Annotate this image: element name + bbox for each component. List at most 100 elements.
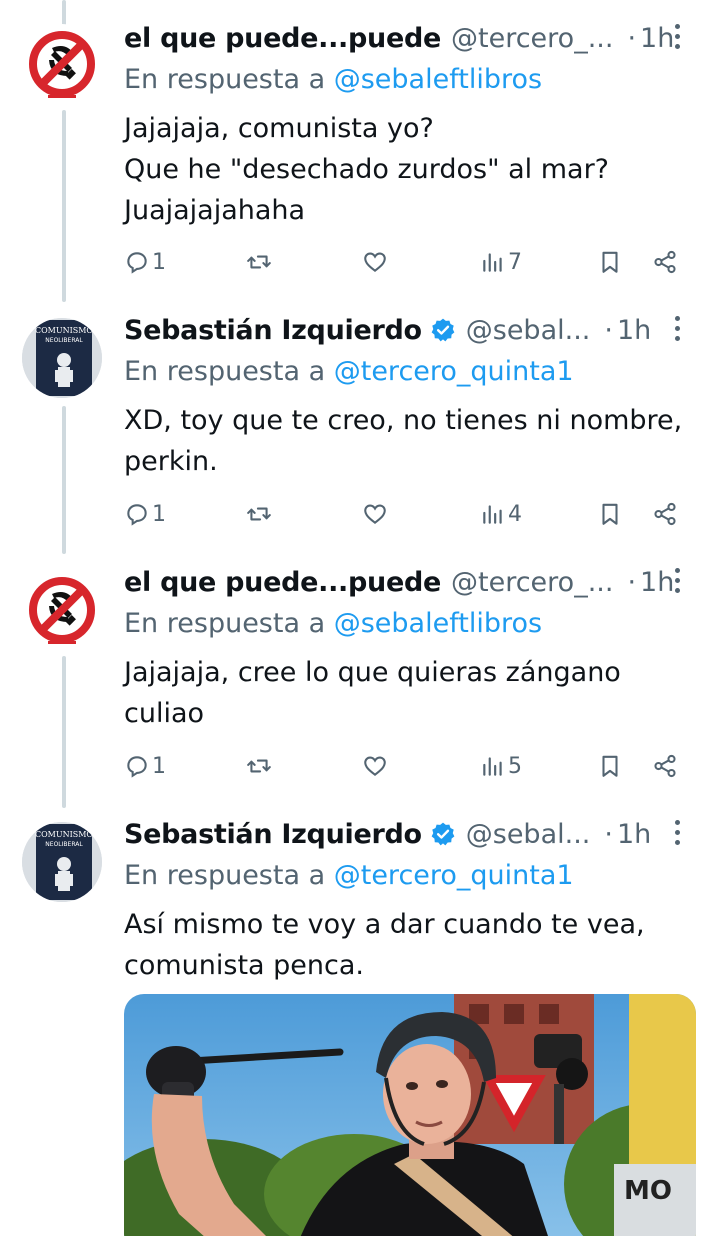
reply-prefix: En respuesta a [124,64,326,95]
reply-context: En respuesta a @sebaleftlibros [124,60,706,100]
bookmark-button[interactable] [597,494,623,534]
bookmark-button[interactable] [597,746,623,786]
like-icon [364,504,386,524]
reply-prefix: En respuesta a [124,608,326,639]
separator-dot: · [627,566,637,598]
verified-badge-icon [431,318,455,342]
views-icon [483,757,502,776]
user-handle[interactable]: @sebal... [466,315,591,346]
action-bar: 1 7 [124,242,694,282]
views-count: 4 [508,501,522,527]
reply-icon [127,504,147,526]
display-name[interactable]: Sebastián Izquierdo [124,819,422,850]
reply-count: 1 [152,753,166,779]
like-icon [364,756,386,776]
views-icon [483,505,502,524]
tweet-text-line: Jajajaja, cree lo que quieras zángano [124,657,621,688]
tweet-text: Jajajaja, cree lo que quieras zángano cu… [124,652,706,734]
retweet-button[interactable] [246,242,272,282]
svg-text:COMUNISMO: COMUNISMO [35,326,93,335]
separator-dot: · [604,818,613,850]
views-count: 7 [508,249,522,275]
thread-line [62,656,66,808]
timestamp[interactable]: 1h [640,23,674,54]
like-button[interactable] [362,494,388,534]
svg-text:COMUNISMO: COMUNISMO [35,830,93,839]
bookmark-button[interactable] [597,242,623,282]
reply-count: 1 [152,249,166,275]
more-icon[interactable] [674,568,680,596]
retweet-icon [247,255,271,269]
user-handle[interactable]: @tercero_... [451,567,613,598]
reply-button[interactable]: 1 [124,494,166,534]
separator-dot: · [604,314,613,346]
reply-button[interactable]: 1 [124,242,166,282]
tweet-media-photo[interactable]: MO [124,994,696,1236]
reply-mention-link[interactable]: @tercero_quinta1 [334,356,574,387]
timestamp[interactable]: 1h [640,567,674,598]
like-icon [364,252,386,272]
timestamp[interactable]: 1h [617,315,651,346]
user-avatar[interactable] [22,24,102,104]
tweet-text-line: Juajajajahaha [124,195,306,226]
reply-context: En respuesta a @tercero_quinta1 [124,352,706,392]
display-name[interactable]: el que puede...puede [124,23,441,54]
retweet-button[interactable] [246,494,272,534]
reply-button[interactable]: 1 [124,746,166,786]
share-icon [654,754,676,778]
reply-prefix: En respuesta a [124,860,326,891]
timestamp[interactable]: 1h [617,819,651,850]
tweet-text-line: Jajajaja, comunista yo? [124,113,434,144]
user-handle[interactable]: @tercero_... [451,23,613,54]
views-count: 5 [508,753,522,779]
share-button[interactable] [652,242,678,282]
verified-badge-icon [431,822,455,846]
action-bar: 1 5 [124,746,694,786]
separator-dot: · [627,22,637,54]
reply-mention-link[interactable]: @sebaleftlibros [334,64,542,95]
more-icon[interactable] [674,316,680,344]
reply-prefix: En respuesta a [124,356,326,387]
retweet-button[interactable] [246,746,272,786]
share-button[interactable] [652,494,678,534]
svg-text:NEOLIBERAL: NEOLIBERAL [45,841,83,848]
bookmark-icon [602,503,618,525]
reply-mention-link[interactable]: @sebaleftlibros [334,608,542,639]
thread-line [62,406,66,554]
views-button[interactable]: 4 [480,494,522,534]
user-avatar[interactable]: COMUNISMO NEOLIBERAL [22,318,102,398]
share-button[interactable] [652,746,678,786]
tweet-text: XD, toy que te creo, no tienes ni nombre… [124,400,706,482]
action-bar: 1 4 [124,494,694,534]
share-icon [654,502,676,526]
reply-context: En respuesta a @tercero_quinta1 [124,856,706,896]
tweet-text: Jajajaja, comunista yo? Que he "desechad… [124,108,706,231]
views-icon [483,253,502,272]
like-button[interactable] [362,746,388,786]
more-icon[interactable] [674,820,680,848]
user-avatar[interactable] [22,570,102,650]
tweet-text-line: perkin. [124,446,218,477]
reply-context: En respuesta a @sebaleftlibros [124,604,706,644]
user-handle[interactable]: @sebal... [466,819,591,850]
more-icon[interactable] [674,24,680,52]
views-button[interactable]: 7 [480,242,522,282]
retweet-icon [247,759,271,773]
tweet-text-line: comunista penca. [124,950,365,981]
share-icon [654,250,676,274]
tweet-text-line: culiao [124,698,205,729]
svg-text:NEOLIBERAL: NEOLIBERAL [45,337,83,344]
tweet-text-line: XD, toy que te creo, no tienes ni nombre… [124,405,683,436]
reply-icon [127,252,147,274]
like-button[interactable] [362,242,388,282]
reply-mention-link[interactable]: @tercero_quinta1 [334,860,574,891]
display-name[interactable]: el que puede...puede [124,567,441,598]
display-name[interactable]: Sebastián Izquierdo [124,315,422,346]
views-button[interactable]: 5 [480,746,522,786]
svg-text:MO: MO [624,1176,672,1206]
retweet-icon [247,507,271,521]
thread-line [62,110,66,302]
user-avatar[interactable]: COMUNISMO NEOLIBERAL [22,822,102,902]
bookmark-icon [602,251,618,273]
tweet-text-line: Así mismo te voy a dar cuando te vea, [124,909,645,940]
